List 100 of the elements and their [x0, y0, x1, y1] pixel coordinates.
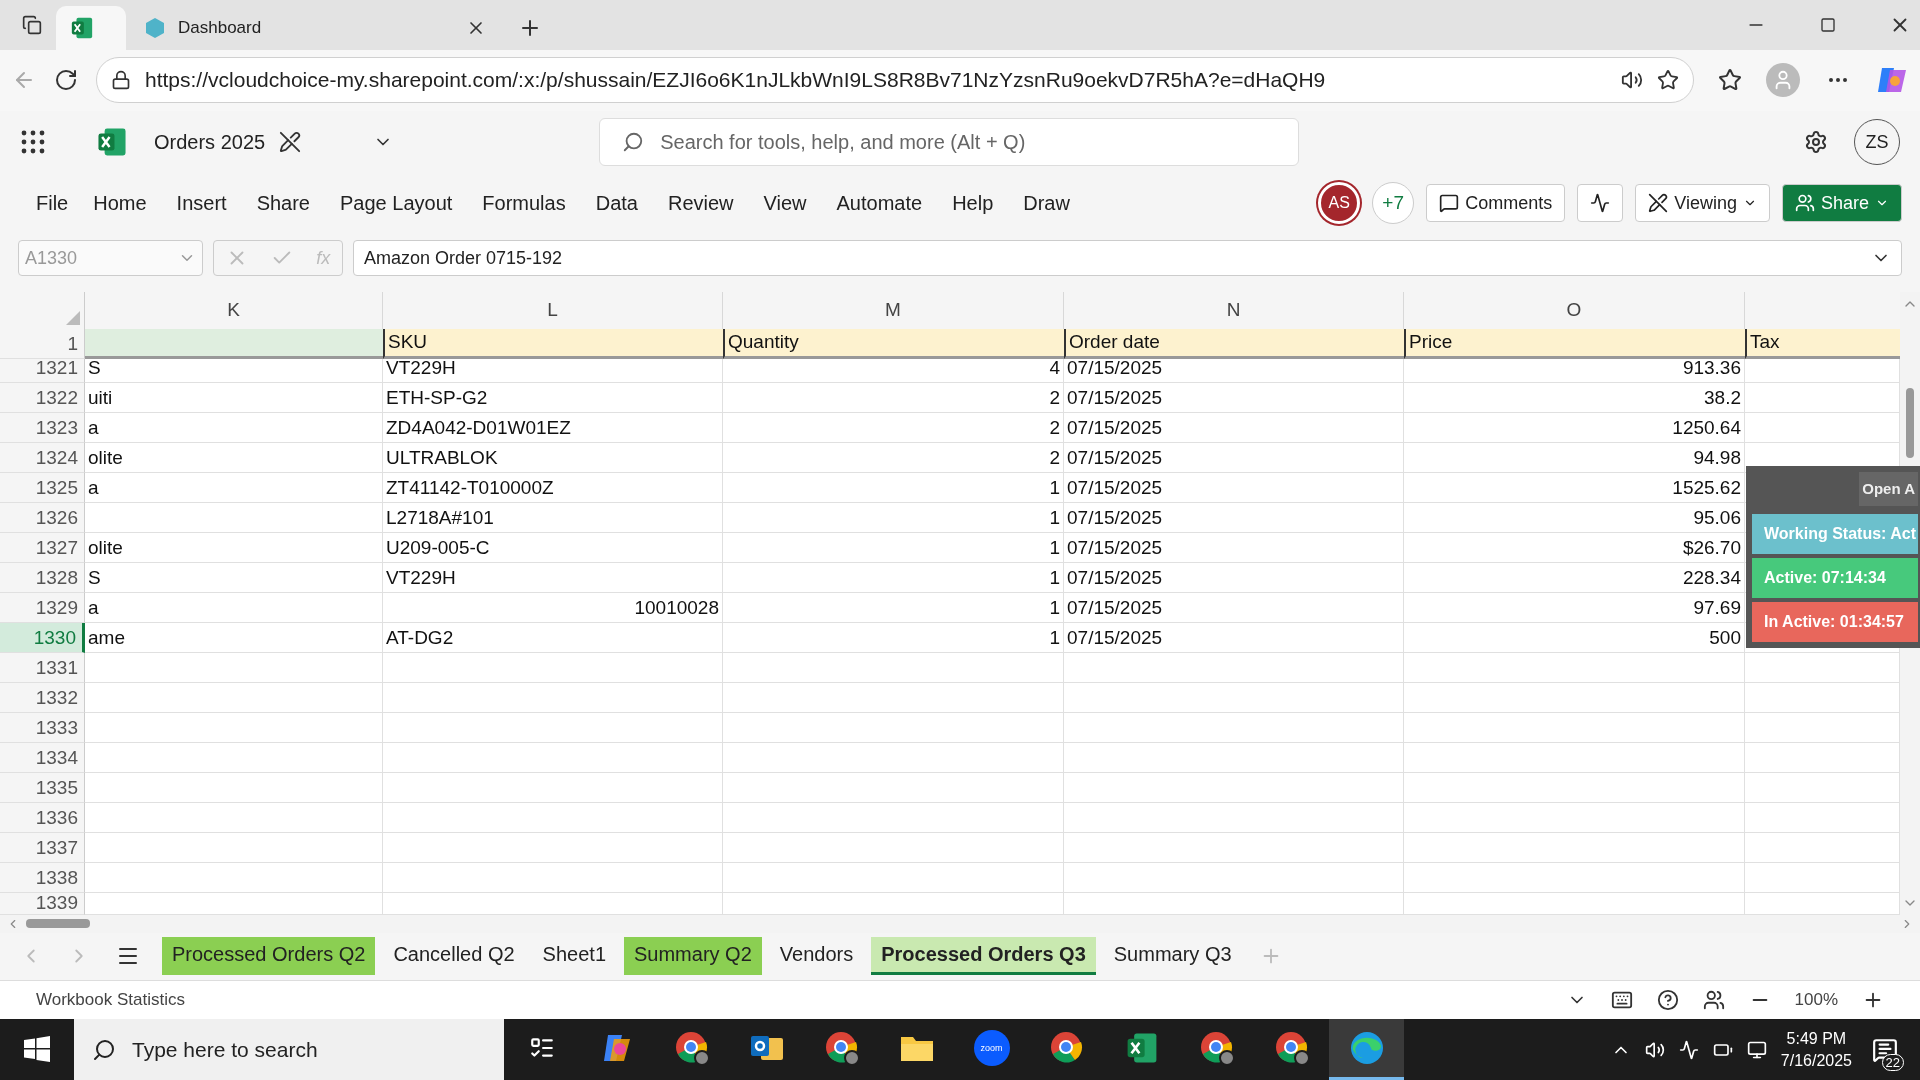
menu-tab[interactable]: Share — [256, 191, 310, 215]
column-header[interactable]: K — [85, 291, 383, 329]
row-header[interactable]: 1325 — [0, 472, 85, 503]
formula-field[interactable]: Amazon Order 0715-192 — [353, 240, 1902, 277]
sheet-tab[interactable]: Vendors — [769, 937, 864, 976]
row-header[interactable]: 1327 — [0, 532, 85, 563]
start-icon[interactable] — [24, 1036, 50, 1062]
favorites-icon[interactable] — [1718, 68, 1742, 93]
row-header[interactable]: 1330 — [0, 622, 85, 653]
column-header[interactable]: O — [1404, 291, 1745, 329]
table-cell: ULTRABLOK — [383, 442, 723, 473]
app-launcher-icon[interactable] — [20, 129, 46, 156]
menu-tab[interactable]: Draw — [1023, 191, 1070, 215]
row-header[interactable]: 1328 — [0, 562, 85, 593]
table-cell: S — [85, 562, 383, 593]
row-header[interactable]: 1336 — [0, 802, 85, 833]
menu-tab[interactable]: Insert — [176, 191, 227, 215]
volume-icon[interactable] — [1644, 1039, 1665, 1060]
table-cell: VT229H — [383, 358, 723, 383]
browser-tab[interactable]: Dashboard — [130, 6, 500, 50]
row-header[interactable]: 1333 — [0, 712, 85, 743]
refresh-icon[interactable] — [54, 68, 78, 93]
header-cell: Tax — [1745, 328, 1900, 359]
table-cell: 97.69 — [1404, 592, 1745, 623]
table-cell: 1 — [723, 502, 1064, 533]
zoom-level[interactable]: 100% — [1794, 989, 1838, 1010]
comments-button[interactable]: Comments — [1426, 184, 1566, 223]
chrome-icon[interactable] — [1048, 1030, 1085, 1066]
menu-tab[interactable]: Review — [667, 191, 734, 215]
row-header[interactable]: 1338 — [0, 862, 85, 893]
row-header[interactable]: 1335 — [0, 772, 85, 803]
clock[interactable]: 5:49 PM 7/16/2025 — [1780, 1029, 1852, 1070]
taskbar-search-field[interactable]: Type here to search — [74, 1019, 504, 1080]
chrome-profile-icon[interactable] — [1273, 1030, 1310, 1066]
zoom-app-icon[interactable]: zoom — [973, 1030, 1010, 1066]
excel-logo-icon — [70, 16, 94, 40]
workbook-title[interactable]: Orders 2025 — [154, 130, 266, 154]
scrollbar-thumb[interactable] — [1906, 387, 1914, 458]
table-cell: ZT41142-T010000Z — [383, 472, 723, 503]
sheet-tab[interactable]: Processed Orders Q3 — [871, 937, 1096, 976]
menu-tab[interactable]: Automate — [836, 191, 923, 215]
row-header[interactable]: 1321 — [0, 358, 85, 383]
row-header[interactable]: 1331 — [0, 652, 85, 683]
feedback-icon[interactable] — [1702, 988, 1725, 1011]
sheet-tab[interactable]: Sheet1 — [532, 937, 616, 976]
row-header[interactable]: 1332 — [0, 682, 85, 713]
share-button[interactable]: Share — [1781, 184, 1902, 223]
workbook-statistics[interactable]: Workbook Statistics — [36, 989, 1543, 1010]
row-header[interactable]: 1334 — [0, 742, 85, 773]
column-header[interactable]: M — [723, 291, 1064, 329]
column-header[interactable]: N — [1064, 291, 1404, 329]
sheet-tab[interactable]: Processed Orders Q2 — [162, 937, 376, 976]
address-bar[interactable]: https://vcloudchoice-my.sharepoint.com/:x:/p/shussain/EZJI6o6K1nJLkbWnI9LS8R8Bv71NzYzsnRu9oekvD7R5hA?e=dHaQH9 — [96, 57, 1694, 104]
table-cell: olite — [85, 532, 383, 563]
chrome-profile-icon[interactable] — [673, 1030, 710, 1066]
menu-tab[interactable]: Formulas — [482, 191, 566, 215]
menu-tab[interactable]: Page Layout — [340, 191, 453, 215]
menu-tab[interactable]: File — [36, 191, 69, 215]
row-header[interactable]: 1 — [0, 328, 85, 359]
scrollbar-thumb[interactable] — [26, 919, 90, 929]
table-cell: 07/15/2025 — [1064, 562, 1404, 593]
more-collaborators[interactable]: +7 — [1372, 182, 1415, 225]
taskbar-app[interactable]: zoom — [954, 1019, 1029, 1080]
network-icon[interactable] — [1746, 1039, 1767, 1060]
table-cell: 38.2 — [1404, 382, 1745, 413]
activity-icon — [1590, 193, 1611, 214]
chrome-profile-icon[interactable] — [823, 1030, 860, 1066]
row-header[interactable]: 1324 — [0, 442, 85, 473]
row-header[interactable]: 1323 — [0, 412, 85, 443]
viewing-button[interactable]: Viewing — [1635, 184, 1770, 223]
open-button[interactable]: Open A — [1859, 471, 1918, 506]
collaborator-avatar[interactable]: AS — [1318, 182, 1361, 225]
sheet-tab[interactable]: Summary Q3 — [1103, 937, 1242, 976]
menu-tab[interactable]: Home — [93, 191, 147, 215]
browser-tab[interactable] — [56, 6, 126, 50]
table-cell: 94.98 — [1404, 442, 1745, 473]
menu-tab[interactable]: Data — [595, 191, 638, 215]
chrome-profile-icon[interactable] — [1198, 1030, 1235, 1066]
star-icon[interactable] — [1657, 69, 1679, 92]
help-icon[interactable] — [1656, 988, 1679, 1011]
table-cell: 07/15/2025 — [1064, 358, 1404, 383]
row-header[interactable]: 1337 — [0, 832, 85, 863]
row-header[interactable]: 1326 — [0, 502, 85, 533]
settings-icon[interactable] — [1804, 130, 1828, 155]
edge-icon[interactable] — [1348, 1030, 1385, 1066]
menu-tab[interactable]: View — [763, 191, 807, 215]
table-cell: 913.36 — [1404, 358, 1745, 383]
sheet-tab[interactable]: Cancelled Q2 — [383, 937, 525, 976]
row-header[interactable]: 1322 — [0, 382, 85, 413]
table-cell: 2 — [723, 442, 1064, 473]
search-field[interactable]: Search for tools, help, and more (Alt + Q) — [599, 118, 1300, 167]
menu-tab[interactable]: Help — [952, 191, 994, 215]
activity-button[interactable] — [1577, 184, 1624, 223]
restore-icon[interactable] — [1820, 17, 1836, 33]
column-header[interactable]: L — [383, 291, 723, 329]
sheet-tab[interactable]: Summary Q2 — [624, 937, 762, 976]
row-header[interactable]: 1329 — [0, 592, 85, 623]
row-header[interactable]: 1339 — [0, 892, 85, 915]
tab-actions-icon[interactable] — [22, 15, 42, 35]
taskbar-app[interactable] — [1329, 1019, 1404, 1080]
